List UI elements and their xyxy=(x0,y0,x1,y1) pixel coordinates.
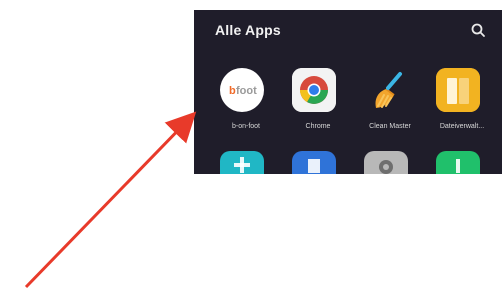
broom-icon xyxy=(364,68,408,112)
app-tile-icon xyxy=(436,151,480,174)
svg-text:foot: foot xyxy=(236,85,257,97)
app-tile[interactable] xyxy=(282,151,354,174)
app-drawer: Alle Apps b foot b-on-foot Chrome Clean … xyxy=(194,10,502,174)
chrome-logo xyxy=(292,68,336,112)
app-file-manager[interactable]: Dateiverwalt... xyxy=(426,64,498,154)
app-chrome[interactable]: Chrome xyxy=(282,64,354,154)
svg-text:b: b xyxy=(229,85,236,97)
app-tile[interactable] xyxy=(354,151,426,174)
file-manager-icon xyxy=(436,68,480,112)
app-tile[interactable] xyxy=(210,151,282,174)
search-icon xyxy=(471,23,485,37)
app-tile-icon xyxy=(220,151,264,174)
app-label: Dateiverwalt... xyxy=(439,123,485,130)
app-tile-icon xyxy=(292,151,336,174)
search-button[interactable] xyxy=(468,20,488,40)
drawer-title: Alle Apps xyxy=(215,22,281,38)
apps-row-2 xyxy=(210,151,502,174)
drawer-header: Alle Apps xyxy=(194,10,502,54)
apps-row: b foot b-on-foot Chrome Clean Master Dat… xyxy=(210,64,502,154)
b-on-foot-logo: b foot xyxy=(220,68,264,112)
settings-icon xyxy=(364,151,408,174)
app-tile[interactable] xyxy=(426,151,498,174)
app-b-on-foot[interactable]: b foot b-on-foot xyxy=(210,64,282,154)
app-clean-master[interactable]: Clean Master xyxy=(354,64,426,154)
